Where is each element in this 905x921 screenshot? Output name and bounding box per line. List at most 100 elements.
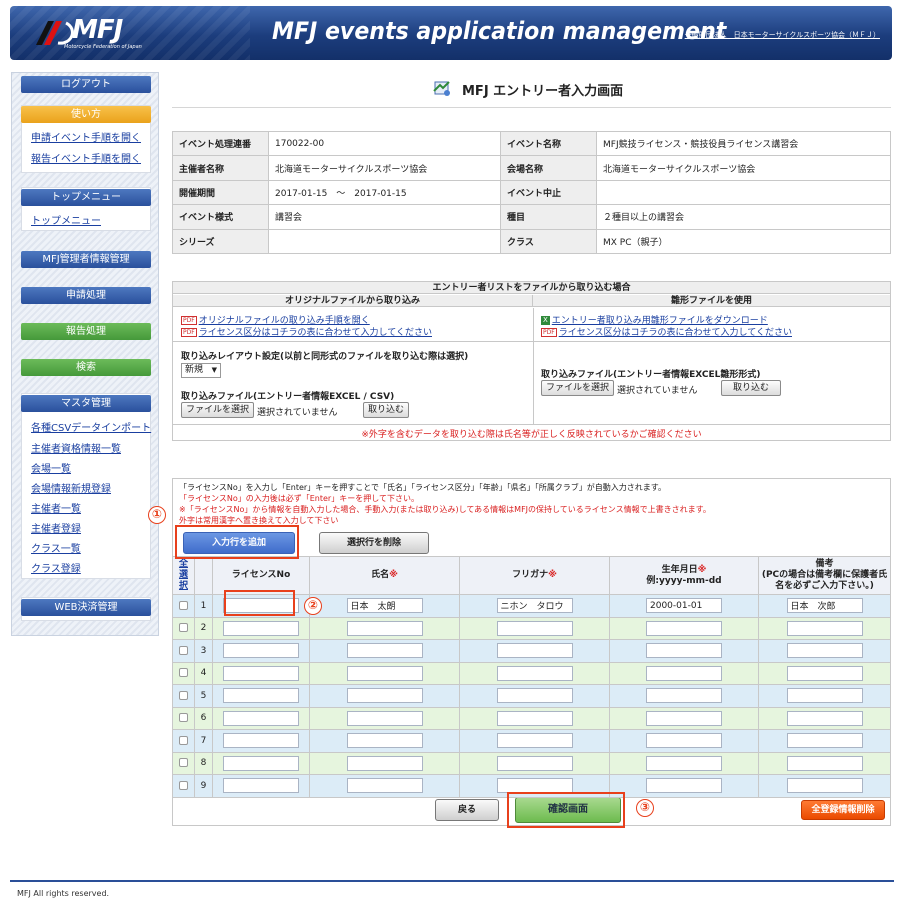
import-button-left[interactable]: 取り込む: [363, 402, 410, 418]
kana-input[interactable]: [496, 688, 573, 704]
kana-input[interactable]: [496, 733, 573, 749]
name-cell: [309, 616, 460, 640]
kana-cell: [459, 594, 610, 618]
name-input[interactable]: [346, 643, 423, 659]
dob-input[interactable]: [646, 665, 722, 681]
table-row: 8: [172, 751, 891, 775]
row-checkbox[interactable]: [179, 780, 188, 790]
master-link-organizer-register[interactable]: 主催者登録: [31, 520, 81, 535]
license-input[interactable]: [223, 665, 299, 681]
dob-input[interactable]: [646, 778, 722, 794]
master-link-venue-list[interactable]: 会場一覧: [31, 460, 71, 475]
name-input[interactable]: [346, 778, 423, 794]
info-row: イベント処理連番 170022-00 イベント名称 MFJ競技ライセンス・競技役…: [172, 130, 891, 157]
row-checkbox[interactable]: [179, 668, 188, 678]
master-link-class-register[interactable]: クラス登録: [31, 560, 81, 575]
kana-input[interactable]: [496, 598, 573, 614]
delete-all-button[interactable]: 全登録情報削除: [801, 800, 885, 820]
back-button[interactable]: 戻る: [435, 799, 499, 821]
remarks-input[interactable]: [786, 598, 863, 614]
remarks-cell: [758, 751, 891, 775]
import-button-right[interactable]: 取り込む: [721, 380, 781, 396]
name-input[interactable]: [346, 620, 423, 636]
dob-input[interactable]: [646, 733, 722, 749]
license-table-link-right[interactable]: ライセンス区分はコチラの表に合わせて入力してください: [559, 328, 792, 338]
name-cell: [309, 639, 460, 663]
logout-button[interactable]: ログアウト: [21, 76, 151, 93]
remarks-input[interactable]: [786, 733, 863, 749]
name-input[interactable]: [346, 598, 423, 614]
remarks-cell: [758, 729, 891, 753]
dob-input[interactable]: [646, 755, 722, 771]
license-input[interactable]: [223, 710, 299, 726]
web-payment-button[interactable]: WEB決済管理: [21, 599, 151, 616]
row-checkbox[interactable]: [179, 623, 188, 633]
license-input[interactable]: [223, 755, 299, 771]
choose-file-button-right[interactable]: ファイルを選択: [541, 380, 615, 396]
delete-selected-rows-button[interactable]: 選択行を削除: [319, 532, 429, 554]
row-checkbox[interactable]: [179, 600, 188, 610]
name-input[interactable]: [346, 710, 423, 726]
remarks-input[interactable]: [786, 710, 863, 726]
kana-input[interactable]: [496, 643, 573, 659]
choose-file-button-left[interactable]: ファイルを選択: [181, 402, 255, 418]
row-checkbox[interactable]: [179, 645, 188, 655]
remarks-input[interactable]: [786, 755, 863, 771]
usage-heading: 使い方: [21, 106, 151, 123]
license-input[interactable]: [223, 778, 299, 794]
kana-input[interactable]: [496, 665, 573, 681]
row-checkbox[interactable]: [179, 735, 188, 745]
license-input[interactable]: [223, 620, 299, 636]
master-link-venue-register[interactable]: 会場情報新規登録: [31, 480, 111, 495]
import-right-heading: 雛形ファイルを使用: [533, 295, 890, 307]
remarks-input[interactable]: [786, 688, 863, 704]
remarks-input[interactable]: [786, 643, 863, 659]
dob-input[interactable]: [646, 620, 722, 636]
row-checkbox[interactable]: [179, 758, 188, 768]
required-mark: ※: [548, 570, 557, 580]
search-button[interactable]: 検索: [21, 359, 151, 376]
dob-input[interactable]: [646, 598, 722, 614]
kana-cell: [459, 661, 610, 685]
row-checkbox[interactable]: [179, 690, 188, 700]
license-input[interactable]: [223, 643, 299, 659]
name-input[interactable]: [346, 665, 423, 681]
dob-input[interactable]: [646, 688, 722, 704]
kana-input[interactable]: [496, 755, 573, 771]
report-process-button[interactable]: 報告処理: [21, 323, 151, 340]
info-row: 主催者名称 北海道モーターサイクルスポーツ協会 会場名称 北海道モーターサイクル…: [172, 155, 891, 181]
remarks-input[interactable]: [786, 665, 863, 681]
master-link-class-list[interactable]: クラス一覧: [31, 540, 81, 555]
remarks-input[interactable]: [786, 620, 863, 636]
top-menu-link[interactable]: トップメニュー: [31, 212, 101, 227]
info-label: イベント処理連番: [172, 130, 269, 157]
master-link-csv-import[interactable]: 各種CSVデータインポート: [31, 419, 151, 434]
dob-input[interactable]: [646, 643, 722, 659]
license-input[interactable]: [223, 733, 299, 749]
dob-input[interactable]: [646, 710, 722, 726]
kana-input[interactable]: [496, 778, 573, 794]
name-input[interactable]: [346, 688, 423, 704]
license-input[interactable]: [223, 688, 299, 704]
select-all-link[interactable]: 全選択: [172, 556, 195, 595]
name-input[interactable]: [346, 755, 423, 771]
name-cell: [309, 729, 460, 753]
info-label: シリーズ: [172, 228, 269, 254]
kana-input[interactable]: [496, 620, 573, 636]
master-link-organizer-qualifications[interactable]: 主催者資格情報一覧: [31, 440, 121, 455]
layout-select[interactable]: 新規 ▼: [181, 363, 221, 378]
org-name-link[interactable]: 一般財団法人 日本モーターサイクルスポーツ協会（ＭＦＪ）: [685, 30, 880, 40]
remarks-input[interactable]: [786, 778, 863, 794]
master-link-organizer-list[interactable]: 主催者一覧: [31, 500, 81, 515]
app-title: MFJ events application management: [272, 17, 727, 45]
license-table-link-left[interactable]: ライセンス区分はコチラの表に合わせて入力してください: [199, 328, 432, 338]
name-input[interactable]: [346, 733, 423, 749]
apply-process-button[interactable]: 申請処理: [21, 287, 151, 304]
mfj-logo[interactable]: MFJ Motorcycle Federation of Japan: [32, 15, 162, 53]
kana-input[interactable]: [496, 710, 573, 726]
admin-info-button[interactable]: MFJ管理者情報管理: [21, 251, 151, 268]
row-checkbox[interactable]: [179, 713, 188, 723]
usage-link-report[interactable]: 報告イベント手順を開く: [31, 150, 141, 165]
usage-link-apply[interactable]: 申請イベント手順を開く: [31, 129, 141, 144]
table-row: 2: [172, 616, 891, 640]
